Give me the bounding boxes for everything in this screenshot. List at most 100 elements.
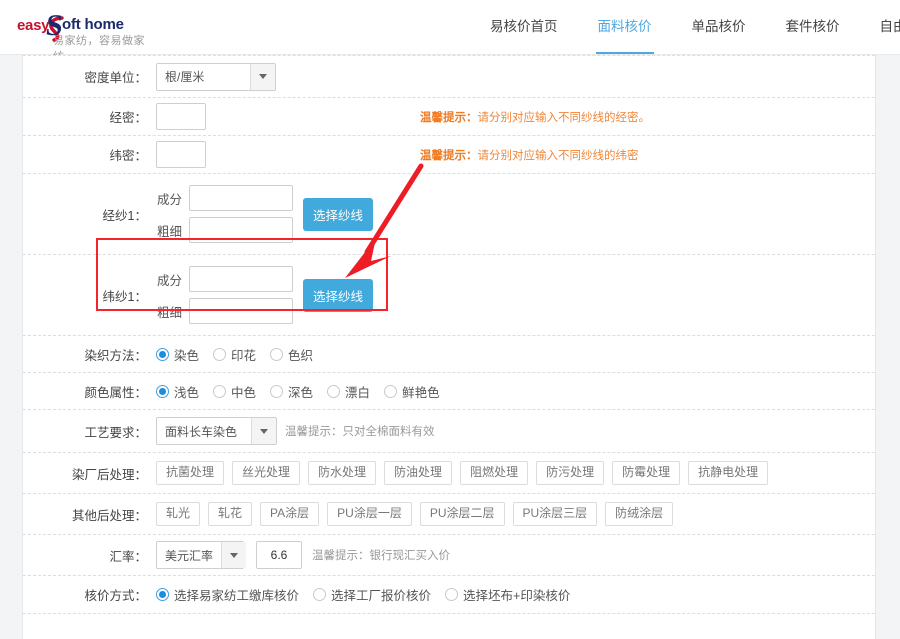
row-color-property: 颜色属性： 浅色 中色 深色 漂白 — [23, 372, 875, 409]
pricing-method-option-easyhome-labor[interactable]: 选择易家纺工缴库核价 — [156, 585, 299, 604]
warp-yarn-composition-input[interactable] — [189, 185, 293, 211]
dye-method-option-label: 染色 — [174, 345, 199, 364]
pricing-method-radio-group: 选择易家纺工缴库核价 选择工厂报价核价 选择坯布+印染核价 — [156, 585, 875, 604]
dye-method-option-printed[interactable]: 印花 — [213, 345, 256, 364]
tag-embossing[interactable]: 轧花 — [208, 502, 252, 526]
dye-method-option-label: 色织 — [288, 345, 313, 364]
color-property-option-dark[interactable]: 深色 — [270, 382, 313, 401]
radio-icon[interactable] — [270, 348, 283, 361]
exchange-rate-currency-value: 美元汇率 — [157, 547, 221, 564]
label-weft-yarn-composition: 成分 — [156, 270, 182, 289]
tag-waterproof[interactable]: 防水处理 — [308, 461, 376, 485]
radio-icon[interactable] — [384, 385, 397, 398]
chevron-down-icon[interactable] — [221, 542, 246, 568]
warp-density-hint-text: 请分别对应输入不同纱线的经密。 — [478, 112, 651, 124]
weft-yarn-thickness-input[interactable] — [189, 298, 293, 324]
tag-flame-retardant[interactable]: 阻燃处理 — [460, 461, 528, 485]
chevron-down-icon[interactable] — [251, 418, 276, 444]
radio-icon[interactable] — [156, 385, 169, 398]
warp-density-input[interactable] — [156, 103, 206, 130]
radio-icon[interactable] — [156, 348, 169, 361]
tag-pu-coating-1[interactable]: PU涂层一层 — [327, 502, 412, 526]
label-other-post-process: 其他后处理： — [55, 505, 156, 524]
color-property-option-label: 深色 — [288, 382, 313, 401]
tag-calendering[interactable]: 轧光 — [156, 502, 200, 526]
dye-method-radio-group: 染色 印花 色织 — [156, 345, 875, 364]
label-weft-density: 纬密： — [55, 145, 156, 164]
radio-icon[interactable] — [156, 588, 169, 601]
row-density-unit: 密度单位： 根/厘米 — [23, 55, 875, 97]
row-warp-density: 经密： 温馨提示：请分别对应输入不同纱线的经密。 — [23, 97, 875, 135]
tag-antimold[interactable]: 防霉处理 — [612, 461, 680, 485]
label-warp-yarn-composition: 成分 — [156, 189, 182, 208]
color-property-option-bleached[interactable]: 漂白 — [327, 382, 370, 401]
warp-density-hint: 温馨提示：请分别对应输入不同纱线的经密。 — [420, 109, 650, 125]
dye-post-process-tags: 抗菌处理 丝光处理 防水处理 防油处理 阻燃处理 防污处理 防霉处理 抗静电处理 — [156, 461, 875, 485]
logo-mark: easy S oft home 易家纺，容易做家纺 — [10, 11, 152, 45]
tag-downproof-coating[interactable]: 防绒涂层 — [605, 502, 673, 526]
weft-density-hint: 温馨提示：请分别对应输入不同纱线的纬密 — [420, 147, 639, 163]
radio-icon[interactable] — [270, 385, 283, 398]
select-weft-yarn-button[interactable]: 选择纱线 — [303, 279, 373, 312]
radio-icon[interactable] — [313, 588, 326, 601]
tag-antistatic[interactable]: 抗静电处理 — [688, 461, 768, 485]
weft-yarn-thickness-line: 粗细 — [156, 298, 293, 324]
other-post-process-tags: 轧光 轧花 PA涂层 PU涂层一层 PU涂层二层 PU涂层三层 防绒涂层 — [156, 502, 875, 526]
site-logo[interactable]: easy S oft home 易家纺，容易做家纺 — [10, 11, 152, 45]
label-density-unit: 密度单位： — [55, 67, 156, 86]
tag-stainproof[interactable]: 防污处理 — [536, 461, 604, 485]
pricing-method-option-label: 选择工厂报价核价 — [331, 585, 431, 604]
warp-yarn-composition-line: 成分 — [156, 185, 293, 211]
tag-oilproof[interactable]: 防油处理 — [384, 461, 452, 485]
color-property-option-light[interactable]: 浅色 — [156, 382, 199, 401]
exchange-rate-currency-select[interactable]: 美元汇率 — [156, 541, 244, 569]
exchange-rate-input[interactable] — [256, 541, 302, 569]
site-header: easy S oft home 易家纺，容易做家纺 易核价首页 面料核价 单品核… — [0, 0, 900, 55]
label-warp-yarn-thickness: 粗细 — [156, 221, 182, 240]
nav-item-free-combination[interactable]: 自由组合 — [860, 0, 900, 54]
dye-method-option-label: 印花 — [231, 345, 256, 364]
radio-icon[interactable] — [327, 385, 340, 398]
tag-mercerized[interactable]: 丝光处理 — [232, 461, 300, 485]
nav-item-single-item-pricing[interactable]: 单品核价 — [672, 0, 766, 54]
color-property-option-label: 漂白 — [345, 382, 370, 401]
craft-requirement-hint: 温馨提示：只对全棉面料有效 — [285, 423, 435, 439]
row-pricing-method: 核价方式： 选择易家纺工缴库核价 选择工厂报价核价 选择坯布+印染核价 — [23, 575, 875, 613]
weft-density-input[interactable] — [156, 141, 206, 168]
radio-icon[interactable] — [213, 385, 226, 398]
color-property-option-label: 中色 — [231, 382, 256, 401]
tag-pu-coating-2[interactable]: PU涂层二层 — [420, 502, 505, 526]
row-dye-method: 染织方法： 染色 印花 色织 — [23, 335, 875, 372]
left-gutter — [0, 55, 23, 639]
tag-pa-coating[interactable]: PA涂层 — [260, 502, 319, 526]
color-property-option-bright[interactable]: 鲜艳色 — [384, 382, 440, 401]
label-color-property: 颜色属性： — [55, 382, 156, 401]
craft-requirement-select[interactable]: 面料长车染色 — [156, 417, 277, 445]
nav-item-set-pricing[interactable]: 套件核价 — [766, 0, 860, 54]
density-unit-value: 根/厘米 — [157, 68, 250, 85]
radio-icon[interactable] — [213, 348, 226, 361]
warp-yarn-thickness-input[interactable] — [189, 217, 293, 243]
nav-item-home[interactable]: 易核价首页 — [470, 0, 578, 54]
nav-item-fabric-pricing[interactable]: 面料核价 — [578, 0, 672, 54]
weft-yarn-composition-input[interactable] — [189, 266, 293, 292]
tag-pu-coating-3[interactable]: PU涂层三层 — [513, 502, 598, 526]
row-warp-yarn: 经纱1： 成分 粗细 选择纱线 — [23, 173, 875, 254]
dye-method-option-dyed[interactable]: 染色 — [156, 345, 199, 364]
page-body: 密度单位： 根/厘米 经密： 温馨提示：请分别对应输入不同纱线的经密。 纬密： … — [0, 55, 900, 639]
main-nav: 易核价首页 面料核价 单品核价 套件核价 自由组合 — [470, 0, 900, 54]
exchange-rate-hint: 温馨提示：银行现汇买入价 — [312, 547, 450, 563]
color-property-option-medium[interactable]: 中色 — [213, 382, 256, 401]
row-other-post-process: 其他后处理： 轧光 轧花 PA涂层 PU涂层一层 PU涂层二层 PU涂层三层 防… — [23, 493, 875, 534]
dye-method-option-yarn-dyed[interactable]: 色织 — [270, 345, 313, 364]
warp-yarn-thickness-line: 粗细 — [156, 217, 293, 243]
density-unit-select[interactable]: 根/厘米 — [156, 63, 276, 91]
weft-density-hint-text: 请分别对应输入不同纱线的纬密 — [478, 150, 639, 162]
tag-antibacterial[interactable]: 抗菌处理 — [156, 461, 224, 485]
radio-icon[interactable] — [445, 588, 458, 601]
pricing-method-option-factory-quote[interactable]: 选择工厂报价核价 — [313, 585, 431, 604]
pricing-method-option-greige-print-dye[interactable]: 选择坯布+印染核价 — [445, 585, 570, 604]
color-property-radio-group: 浅色 中色 深色 漂白 鲜艳色 — [156, 382, 875, 401]
select-warp-yarn-button[interactable]: 选择纱线 — [303, 198, 373, 231]
chevron-down-icon[interactable] — [250, 64, 275, 90]
